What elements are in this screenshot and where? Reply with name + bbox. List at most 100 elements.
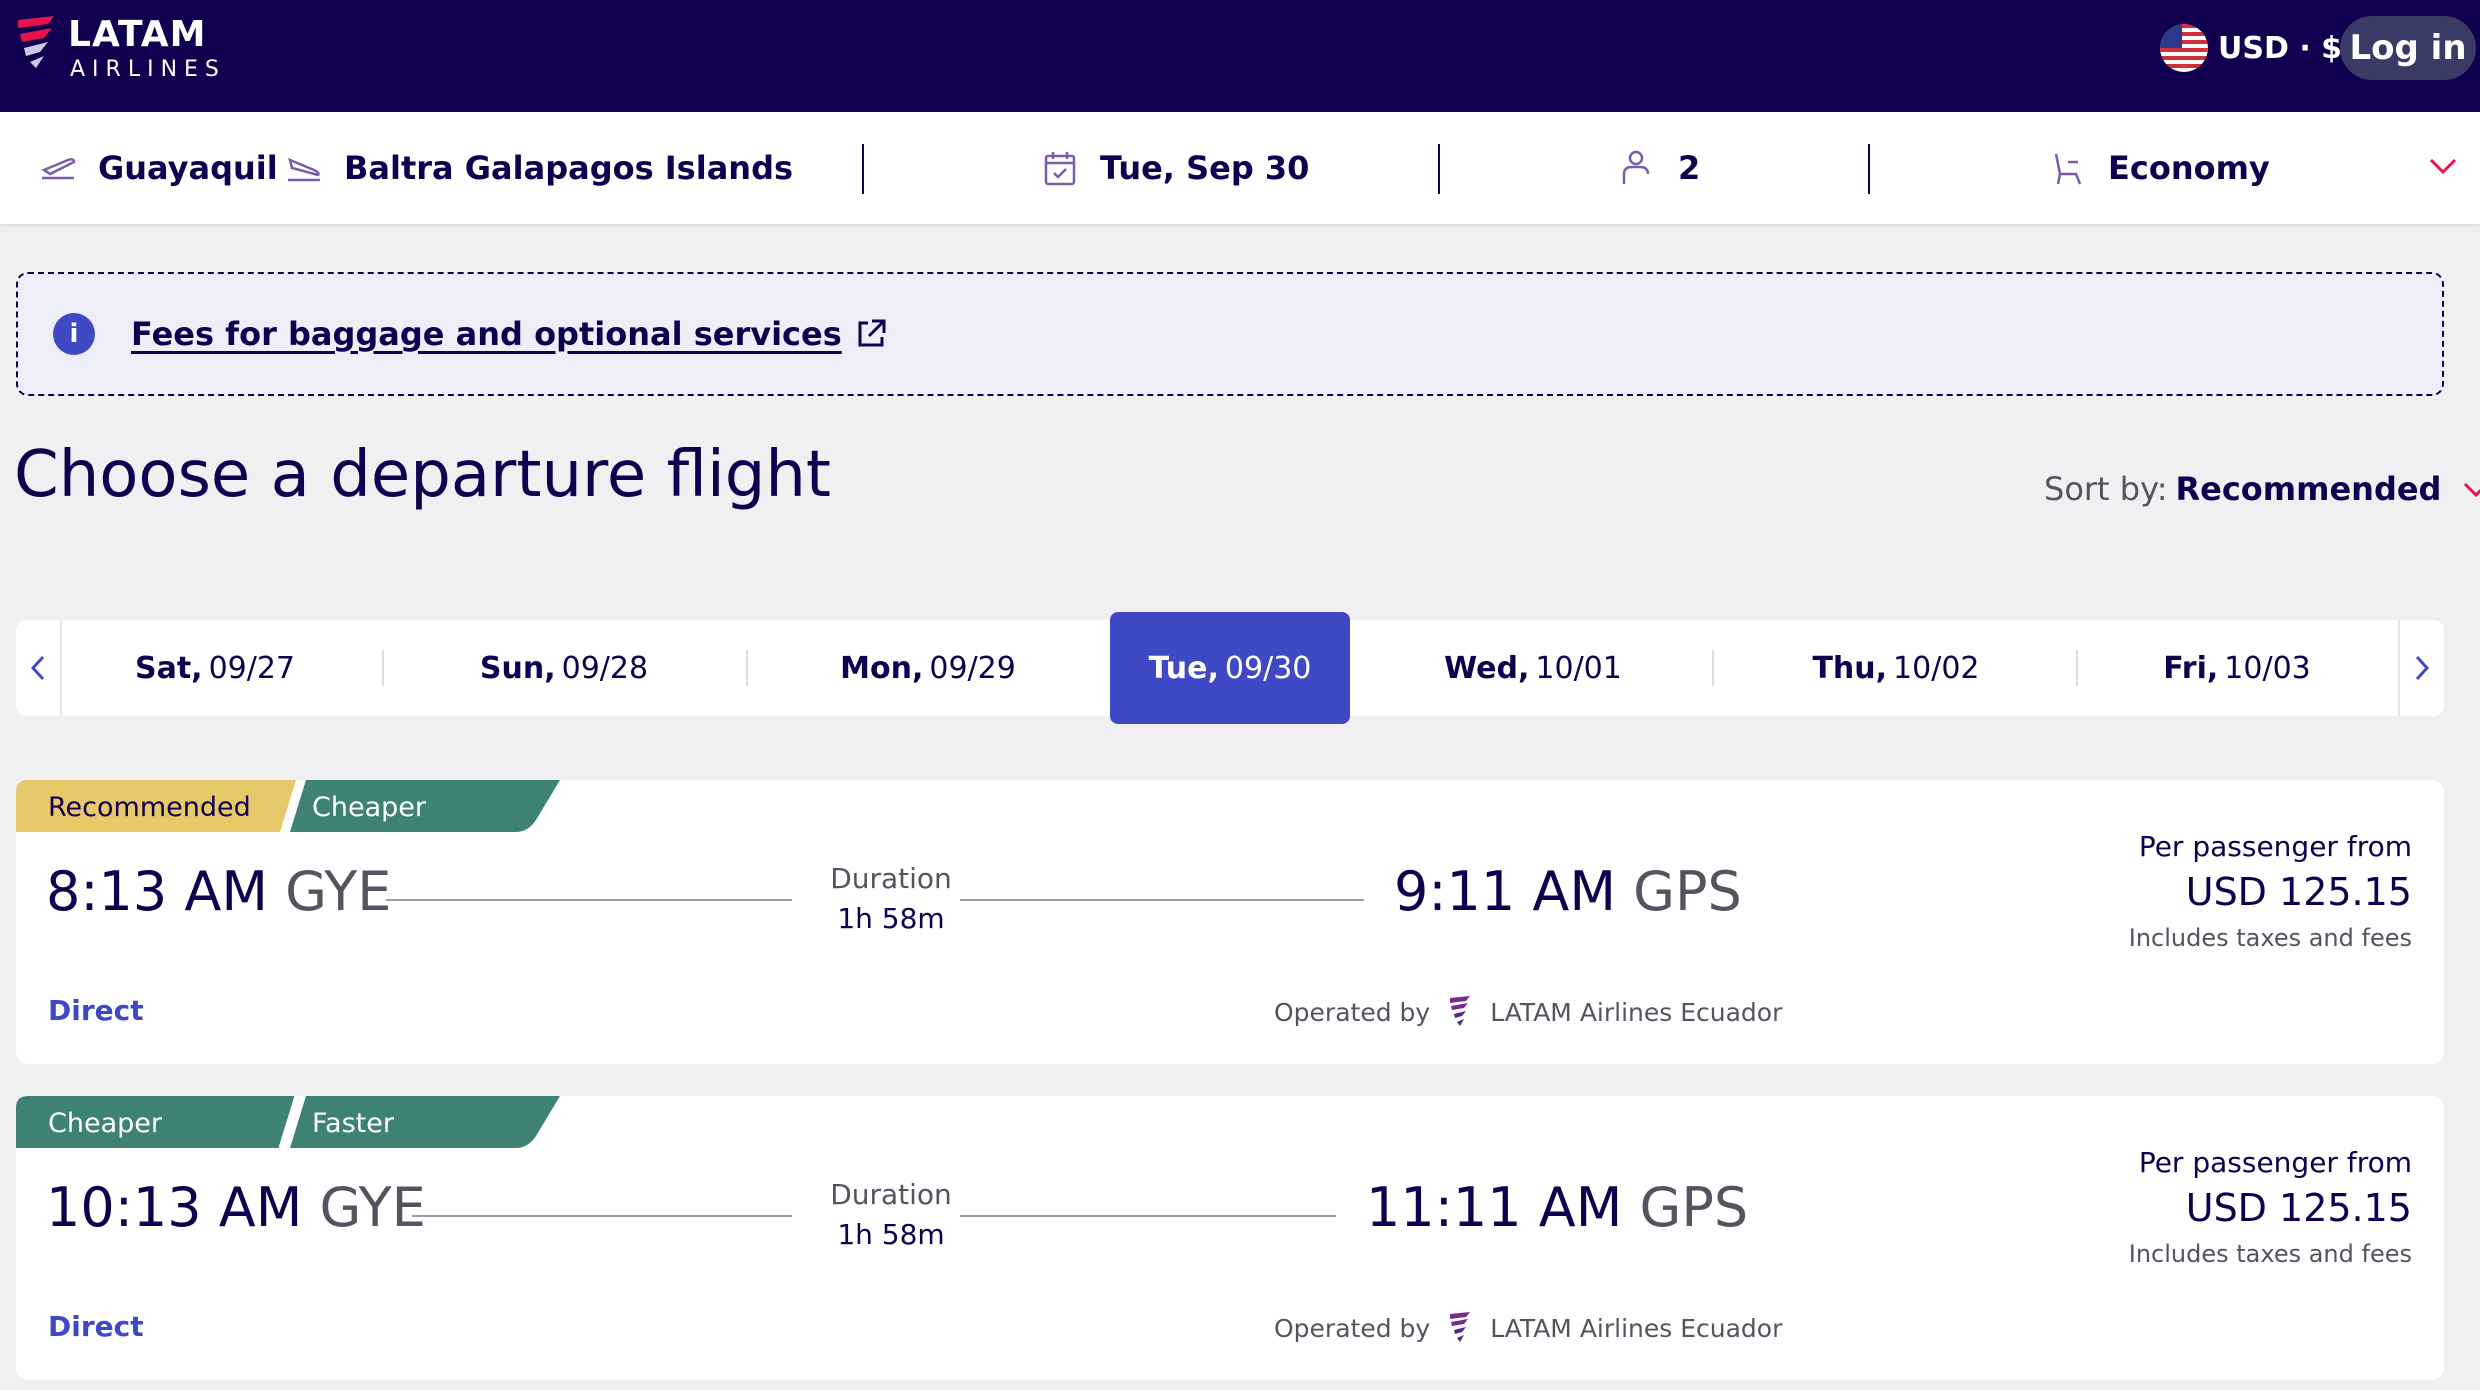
logo-wordmark: LATAM	[68, 14, 207, 55]
date-option[interactable]: Mon, 09/29	[748, 620, 1108, 716]
price-note: Includes taxes and fees	[2128, 1240, 2412, 1268]
duration-label: Duration	[830, 862, 952, 895]
operated-by-label: Operated by	[1274, 1313, 1431, 1343]
chevron-down-icon[interactable]	[2425, 148, 2461, 184]
search-summary-bar[interactable]: Guayaquil Baltra Galapagos Islands Tue, …	[0, 112, 2480, 224]
passenger-icon	[1622, 150, 1650, 184]
date-value: 09/30	[1224, 650, 1312, 686]
arrival-time: 11:11 AM GPS	[1366, 1176, 1748, 1239]
date-value: 09/29	[929, 650, 1016, 686]
operator-name: LATAM Airlines Ecuador	[1490, 1313, 1783, 1343]
flight-tags: Cheaper Faster	[16, 1096, 560, 1148]
date-value: 10/01	[1535, 650, 1622, 686]
route-line	[960, 899, 1364, 901]
logo-subtext: AIRLINES	[70, 57, 226, 82]
sort-dropdown[interactable]: Sort by: Recommended	[2044, 470, 2480, 508]
landing-icon	[288, 157, 320, 182]
flight-tags: Recommended Cheaper	[16, 780, 560, 832]
date-next-button[interactable]	[2398, 620, 2444, 716]
departure-time-value: 10:13 AM	[46, 1176, 303, 1239]
route-line	[412, 1215, 792, 1217]
operated-by-label: Operated by	[1274, 997, 1431, 1027]
cabin-field[interactable]: Economy	[2048, 112, 2270, 224]
latam-logo-icon	[1450, 996, 1471, 1026]
flight-card[interactable]: Cheaper Faster 10:13 AM GYE Duration 1h …	[16, 1096, 2444, 1380]
duration-value: 1h 58m	[837, 1218, 945, 1251]
departure-airport-code: GYE	[319, 1176, 426, 1239]
departure-time: 8:13 AM GYE	[46, 860, 391, 923]
date-field[interactable]: Tue, Sep 30	[1040, 112, 1309, 224]
route-line	[386, 899, 792, 901]
chevron-left-icon	[30, 655, 45, 681]
cabin-label: Economy	[2108, 149, 2270, 187]
takeoff-icon	[41, 158, 76, 180]
date-day: Fri,	[2163, 650, 2219, 686]
date-option[interactable]: Fri, 10/03	[2078, 620, 2396, 716]
date-value: 09/27	[208, 650, 296, 686]
seat-icon	[2054, 153, 2082, 185]
arrival-time: 9:11 AM GPS	[1394, 860, 1742, 923]
passengers-label: 2	[1678, 149, 1701, 187]
page-title: Choose a departure flight	[14, 438, 831, 512]
passengers-field[interactable]: 2	[1618, 112, 1700, 224]
search-divider	[1868, 144, 1870, 194]
date-option[interactable]: Wed, 10/01	[1350, 620, 1716, 716]
destination-label: Baltra Galapagos Islands	[344, 149, 794, 187]
route-line	[960, 1215, 1336, 1217]
currency-selector[interactable]: USD · $	[2160, 22, 2342, 74]
date-day: Thu,	[1812, 650, 1888, 686]
departure-airport-code: GYE	[285, 860, 392, 923]
baggage-fees-link[interactable]: Fees for baggage and optional services	[131, 315, 842, 353]
tag-cheaper-label: Cheaper	[48, 1108, 163, 1139]
top-navigation-bar: LATAM AIRLINES USD · $ Log in	[0, 0, 2480, 112]
external-link-icon[interactable]	[854, 317, 888, 351]
us-flag-icon	[2160, 24, 2208, 72]
date-day: Sun,	[479, 650, 556, 686]
date-label: Tue, Sep 30	[1100, 149, 1310, 187]
date-option-selected[interactable]: Tue, 09/30	[1110, 612, 1350, 724]
search-divider	[862, 144, 864, 194]
origin-label: Guayaquil	[98, 149, 278, 187]
latam-logo[interactable]: LATAM AIRLINES	[14, 14, 254, 84]
tag-cheaper-label: Cheaper	[312, 792, 427, 823]
search-divider	[1438, 144, 1440, 194]
date-value: 10/02	[1893, 650, 1980, 686]
stops-link[interactable]: Direct	[48, 994, 144, 1027]
duration-value: 1h 58m	[837, 902, 945, 935]
stops-link[interactable]: Direct	[48, 1310, 144, 1343]
operated-by: Operated by LATAM Airlines Ecuador	[1274, 994, 1782, 1030]
date-day: Wed,	[1444, 650, 1530, 686]
chevron-down-icon	[2464, 482, 2480, 498]
destination-field[interactable]: Baltra Galapagos Islands	[284, 112, 793, 224]
info-icon: i	[53, 313, 95, 355]
operated-by: Operated by LATAM Airlines Ecuador	[1274, 1310, 1782, 1346]
date-day: Tue,	[1148, 650, 1219, 686]
flight-card[interactable]: Recommended Cheaper 8:13 AM GYE Duration…	[16, 780, 2444, 1064]
price-label: Per passenger from	[2138, 830, 2412, 863]
date-value: 09/28	[561, 650, 649, 686]
currency-label: USD · $	[2218, 30, 2343, 66]
date-option[interactable]: Thu, 10/02	[1714, 620, 2078, 716]
price-value: USD 125.15	[2185, 870, 2412, 914]
info-banner: i Fees for baggage and optional services	[16, 272, 2444, 396]
duration-label: Duration	[830, 1178, 952, 1211]
tag-recommended-label: Recommended	[48, 792, 251, 823]
login-button[interactable]: Log in	[2340, 16, 2476, 80]
arrival-airport-code: GPS	[1639, 1176, 1749, 1239]
sort-label: Sort by:	[2044, 470, 2168, 508]
date-value: 10/03	[2224, 650, 2311, 686]
date-day: Sat,	[134, 650, 203, 686]
origin-field[interactable]: Guayaquil	[38, 112, 278, 224]
arrival-time-value: 9:11 AM	[1394, 860, 1616, 923]
date-option[interactable]: Sun, 09/28	[384, 620, 744, 716]
price-note: Includes taxes and fees	[2128, 924, 2412, 952]
chevron-right-icon	[2415, 655, 2430, 681]
latam-logo-icon	[1450, 1312, 1471, 1342]
tag-faster-label: Faster	[312, 1108, 395, 1139]
date-option[interactable]: Sat, 09/27	[50, 620, 380, 716]
arrival-time-value: 11:11 AM	[1366, 1176, 1623, 1239]
departure-time-value: 8:13 AM	[46, 860, 268, 923]
page-title-prefix: Choose a	[14, 438, 310, 512]
departure-time: 10:13 AM GYE	[46, 1176, 426, 1239]
price-value: USD 125.15	[2185, 1186, 2412, 1230]
